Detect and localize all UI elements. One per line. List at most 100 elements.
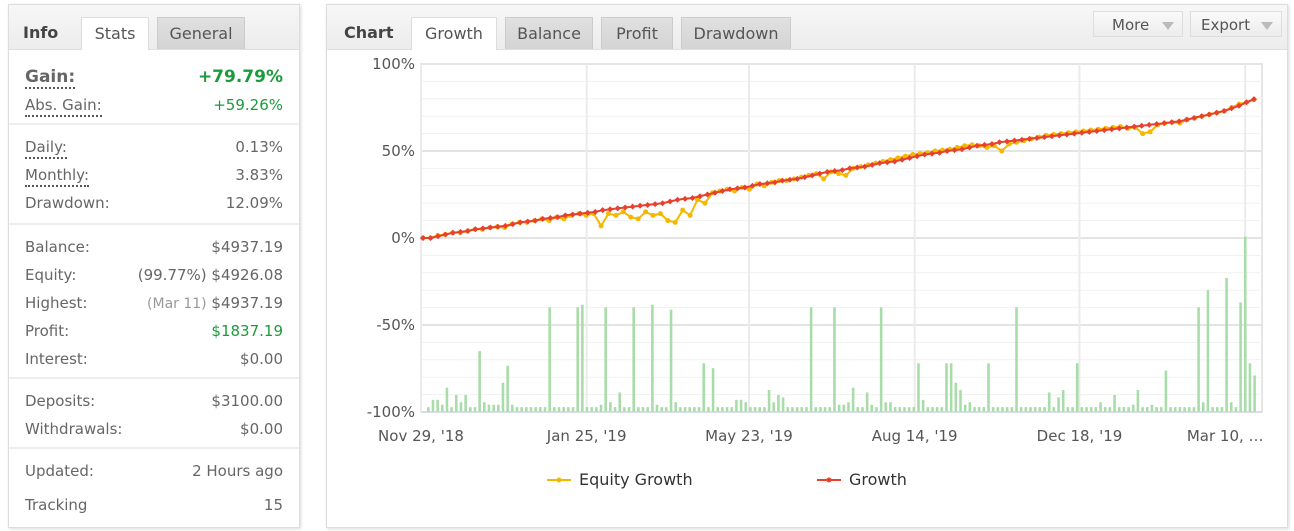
updated-value: 2 Hours ago [192, 462, 283, 480]
daily-bar [753, 407, 757, 412]
tab-growth[interactable]: Growth [411, 17, 497, 50]
growth-point [1138, 122, 1145, 129]
equity-growth-point [672, 219, 678, 225]
daily-bar [1052, 407, 1056, 412]
daily-bar [637, 407, 640, 412]
export-button[interactable]: Export [1190, 11, 1282, 37]
daily-bar [1150, 404, 1154, 412]
daily-bar [837, 404, 841, 412]
balance-value: $4937.19 [211, 238, 283, 256]
daily-bar [870, 404, 874, 412]
daily-bar [627, 407, 631, 412]
daily-label[interactable]: Daily: [25, 137, 67, 159]
gain-label[interactable]: Gain: [25, 67, 76, 89]
daily-bar [1061, 390, 1065, 412]
more-button[interactable]: More [1093, 11, 1183, 37]
daily-bar [427, 407, 430, 412]
daily-bar [543, 407, 547, 412]
chevron-down-icon [1261, 22, 1273, 30]
daily-bar [515, 407, 519, 412]
growth-point [1146, 121, 1153, 128]
daily-bar [1215, 407, 1219, 412]
monthly-row: Monthly: 3.83% [25, 161, 283, 189]
daily-bar [786, 407, 790, 412]
legend-label: Equity Growth [579, 470, 693, 489]
tab-general[interactable]: General [157, 17, 245, 49]
growth-point [682, 195, 689, 202]
tab-balance[interactable]: Balance [505, 17, 593, 49]
daily-bar [1057, 397, 1060, 412]
daily-bar [501, 382, 505, 412]
daily-bar [669, 309, 673, 412]
daily-bar [632, 307, 635, 412]
daily-bar [1010, 407, 1014, 412]
daily-bar [856, 407, 860, 412]
legend-item-equity-growth[interactable]: Equity Growth [547, 470, 693, 489]
daily-bar [1122, 407, 1126, 412]
tracking-value[interactable]: 15 [264, 491, 283, 519]
daily-bar [730, 407, 734, 412]
daily-bar [576, 307, 579, 412]
daily-bar [1038, 407, 1042, 412]
drawdown-value: 12.09% [225, 194, 283, 212]
tab-drawdown[interactable]: Drawdown [681, 17, 791, 49]
daily-bar [847, 402, 850, 412]
legend-item-growth[interactable]: Growth [817, 470, 907, 489]
daily-bar [604, 307, 607, 412]
abs-gain-row: Abs. Gain: +59.26% [25, 91, 283, 117]
equity-growth-point [650, 212, 656, 218]
equity-growth-point [657, 211, 663, 217]
daily-bar [1169, 407, 1172, 412]
daily-bar [445, 387, 449, 412]
daily-bar [431, 399, 435, 412]
daily-bar [907, 407, 911, 412]
highest-value: $4937.19 [211, 294, 283, 312]
daily-bar [1243, 236, 1247, 412]
daily-bar [459, 402, 463, 412]
daily-bar [1127, 407, 1130, 412]
abs-gain-value: +59.26% [213, 96, 283, 114]
daily-bar [520, 407, 523, 412]
divider [9, 447, 299, 449]
equity-growth-point [702, 200, 708, 206]
equity-growth-point [1147, 129, 1153, 135]
daily-bar [758, 407, 762, 412]
withdrawals-row: Withdrawals: $0.00 [25, 415, 283, 443]
daily-bar [865, 392, 869, 412]
abs-gain-label[interactable]: Abs. Gain: [25, 95, 102, 117]
daily-bar [497, 404, 500, 412]
equity-growth-point [680, 207, 686, 213]
daily-bar [800, 407, 804, 412]
daily-bar [613, 407, 617, 412]
daily-bar [581, 304, 584, 412]
divider [9, 123, 299, 125]
equity-growth-point [665, 218, 671, 224]
x-tick-label: Jan 25, '19 [546, 427, 627, 445]
daily-bar [959, 390, 962, 412]
daily-bar [1173, 407, 1177, 412]
equity-growth-point [635, 216, 641, 222]
daily-bar [618, 392, 621, 412]
daily-bar [1089, 407, 1093, 412]
daily-bar [763, 407, 766, 412]
growth-point [1168, 119, 1175, 126]
equity-growth-point [598, 223, 604, 229]
daily-bar [473, 407, 477, 412]
equity-growth-point [687, 212, 693, 218]
daily-bar [739, 399, 743, 412]
growth-chart: 100% 50% 0% -50% -100% Nov 29, '18 Jan 2… [367, 55, 1264, 489]
info-panel: Info Stats General Gain: +79.79% Abs. Ga… [8, 4, 300, 528]
daily-bar [1239, 302, 1242, 412]
monthly-label[interactable]: Monthly: [25, 165, 90, 187]
tab-profit[interactable]: Profit [601, 17, 673, 49]
equity-row: Equity: (99.77%) $4926.08 [25, 261, 283, 289]
tab-stats[interactable]: Stats [81, 17, 149, 50]
daily-bar [450, 407, 453, 412]
daily-bar [1005, 407, 1009, 412]
daily-bar [683, 407, 687, 412]
daily-bar [711, 368, 715, 412]
daily-bar [1108, 407, 1112, 412]
interest-value: $0.00 [240, 350, 283, 368]
daily-bar [1155, 407, 1158, 412]
export-label: Export [1201, 16, 1251, 34]
